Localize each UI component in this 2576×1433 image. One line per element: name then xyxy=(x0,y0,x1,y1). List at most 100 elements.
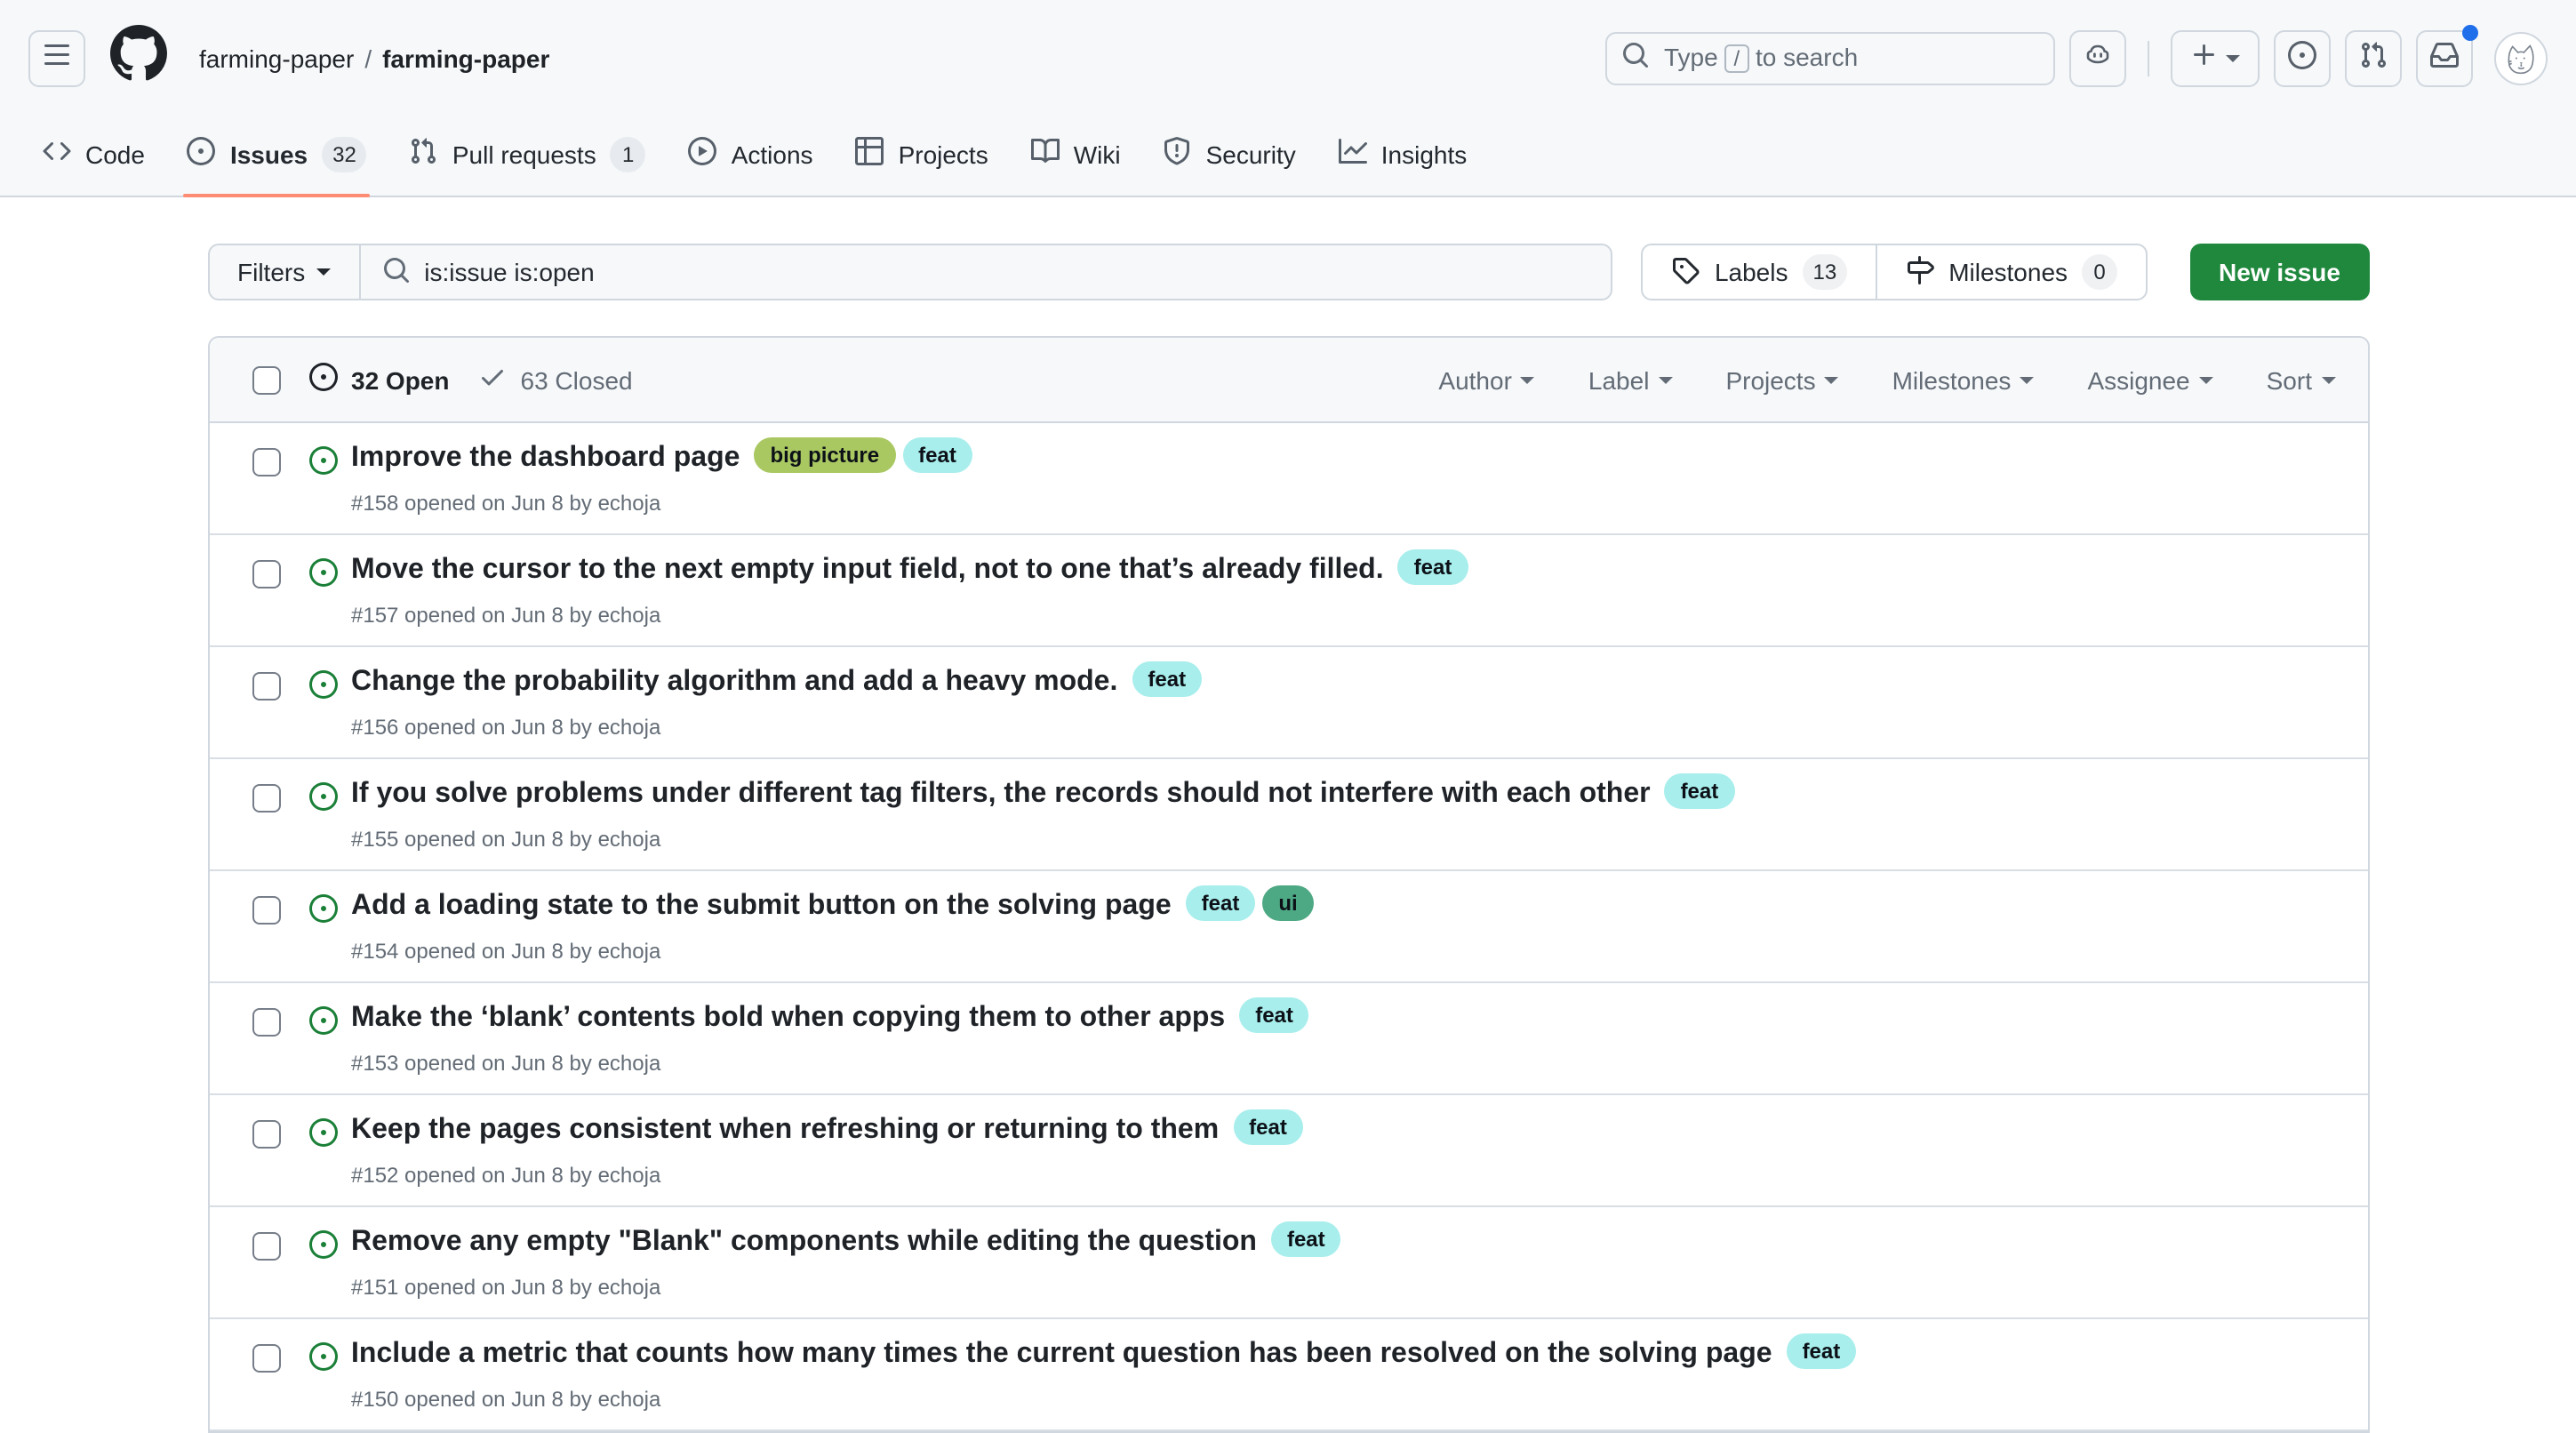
issue-checkbox[interactable] xyxy=(252,672,280,700)
repo-tabs: Code Issues32Pull requests1 Actions Project… xyxy=(0,112,2576,197)
filter-dropdown-sort[interactable]: Sort xyxy=(2267,365,2335,394)
three-bars-icon xyxy=(43,41,71,75)
global-bar-right: Type / to search xyxy=(1605,29,2548,86)
labels-count: 13 xyxy=(1802,254,1847,290)
breadcrumb-separator: / xyxy=(364,44,372,72)
milestones-count: 0 xyxy=(2082,254,2117,290)
issue-label-feat[interactable]: feat xyxy=(1132,661,1202,697)
issue-label-feat[interactable]: feat xyxy=(1787,1333,1857,1369)
search-icon xyxy=(1621,41,1650,75)
open-issue-icon xyxy=(308,1230,337,1268)
issue-title-link[interactable]: Add a loading state to the submit button… xyxy=(351,891,1172,921)
filter-dropdown-author[interactable]: Author xyxy=(1438,365,1535,394)
issue-title-link[interactable]: Change the probability algorithm and add… xyxy=(351,667,1117,697)
closed-issues-toggle[interactable]: 63 Closed xyxy=(478,363,633,396)
filter-dropdown-assignee[interactable]: Assignee xyxy=(2087,365,2212,394)
issue-checkbox[interactable] xyxy=(252,896,280,925)
tab-security[interactable]: Security xyxy=(1142,112,1317,196)
create-new-button[interactable] xyxy=(2171,29,2260,86)
issue-title-link[interactable]: Keep the pages consistent when refreshin… xyxy=(351,1115,1219,1145)
milestones-button[interactable]: Milestones 0 xyxy=(1876,245,2146,299)
issue-label-feat[interactable]: feat xyxy=(902,437,972,473)
issue-main: Keep the pages consistent when refreshin… xyxy=(351,1109,2339,1191)
hamburger-menu-button[interactable] xyxy=(28,29,85,86)
issue-main: Make the ‘blank’ contents bold when copy… xyxy=(351,997,2339,1079)
issue-checkbox[interactable] xyxy=(252,1120,280,1149)
issue-opened-icon xyxy=(188,137,216,171)
issues-list: 32 Open 63 Closed Author Label Projects Mil… xyxy=(207,336,2369,1433)
header-divider xyxy=(2148,40,2149,76)
issues-list-header: 32 Open 63 Closed Author Label Projects Mil… xyxy=(209,338,2367,423)
issue-label-feat[interactable]: feat xyxy=(1271,1221,1341,1257)
filter-dropdown-label[interactable]: Label xyxy=(1588,365,1673,394)
filter-dropdown-projects[interactable]: Projects xyxy=(1725,365,1838,394)
global-search-input[interactable]: Type / to search xyxy=(1605,31,2055,84)
tab-label: Actions xyxy=(732,140,813,168)
open-issue-icon xyxy=(308,446,337,484)
issue-checkbox[interactable] xyxy=(252,560,280,588)
issue-main: Remove any empty "Blank" components whil… xyxy=(351,1221,2339,1303)
avatar-cat-sketch xyxy=(2496,33,2546,83)
global-search-placeholder: Type / to search xyxy=(1664,43,1858,73)
issue-checkbox[interactable] xyxy=(252,1232,280,1261)
issue-label-ui[interactable]: ui xyxy=(1262,885,1313,921)
issue-row: Change the probability algorithm and add… xyxy=(209,647,2367,759)
issue-label-feat[interactable]: feat xyxy=(1239,997,1309,1033)
chevron-down-icon xyxy=(1825,376,1839,390)
issue-checkbox[interactable] xyxy=(252,784,280,813)
open-issue-icon xyxy=(308,558,337,596)
issue-row: Remove any empty "Blank" components whil… xyxy=(209,1207,2367,1319)
tab-issues[interactable]: Issues32 xyxy=(166,112,388,196)
breadcrumb-owner-link[interactable]: farming-paper xyxy=(199,44,354,72)
your-issues-button[interactable] xyxy=(2274,29,2331,86)
issue-title-link[interactable]: If you solve problems under different ta… xyxy=(351,779,1651,809)
inbox-icon xyxy=(2430,41,2459,75)
issue-label-feat[interactable]: feat xyxy=(1233,1109,1303,1145)
github-mark-icon xyxy=(110,25,167,91)
tab-label: Code xyxy=(85,140,145,168)
breadcrumb: farming-paper / farming-paper xyxy=(199,44,549,72)
issue-main: Move the cursor to the next empty input … xyxy=(351,549,2339,631)
tab-wiki[interactable]: Wiki xyxy=(1010,112,1142,196)
issue-title-link[interactable]: Move the cursor to the next empty input … xyxy=(351,555,1384,585)
issue-checkbox[interactable] xyxy=(252,1344,280,1373)
new-issue-button[interactable]: New issue xyxy=(2190,244,2369,300)
issue-title-link[interactable]: Improve the dashboard page xyxy=(351,443,740,473)
tab-label: Issues xyxy=(230,140,308,168)
issue-title-link[interactable]: Include a metric that counts how many ti… xyxy=(351,1339,1772,1369)
tab-code[interactable]: Code xyxy=(21,112,166,196)
issue-label-feat[interactable]: feat xyxy=(1186,885,1256,921)
issue-title-link[interactable]: Remove any empty "Blank" components whil… xyxy=(351,1227,1257,1257)
filters-dropdown-button[interactable]: Filters xyxy=(209,245,360,299)
chevron-down-icon xyxy=(2321,376,2335,390)
issue-label-feat[interactable]: feat xyxy=(1665,773,1735,809)
github-logo[interactable] xyxy=(110,25,167,91)
issue-checkbox[interactable] xyxy=(252,448,280,476)
open-issue-icon xyxy=(308,1342,337,1380)
labels-button[interactable]: Labels 13 xyxy=(1644,245,1876,299)
issues-search-input[interactable]: is:issue is:open xyxy=(360,245,1612,299)
filter-dropdown-milestones[interactable]: Milestones xyxy=(1892,365,2035,394)
issue-meta: #152 opened on Jun 8 by echoja xyxy=(351,1159,2339,1191)
issue-main: Improve the dashboard page big picturefea… xyxy=(351,437,2339,519)
page: farming-paper / farming-paper Type / to … xyxy=(0,0,2576,1419)
tab-insights[interactable]: Insights xyxy=(1317,112,1489,196)
tab-projects[interactable]: Projects xyxy=(835,112,1010,196)
list-filter-dropdowns: Author Label Projects Milestones Assignee Sor… xyxy=(1438,365,2339,394)
your-pull-requests-button[interactable] xyxy=(2345,29,2402,86)
select-all-checkbox[interactable] xyxy=(252,365,280,394)
open-issues-toggle[interactable]: 32 Open xyxy=(308,363,450,396)
issue-title-link[interactable]: Make the ‘blank’ contents bold when copy… xyxy=(351,1003,1225,1033)
issue-label-feat[interactable]: feat xyxy=(1398,549,1468,585)
breadcrumb-repo-link[interactable]: farming-paper xyxy=(382,44,549,72)
labels-milestones-group: Labels 13 Milestones 0 xyxy=(1642,244,2148,300)
user-avatar[interactable] xyxy=(2494,31,2548,84)
copilot-button[interactable] xyxy=(2069,29,2126,86)
issue-label-big-picture[interactable]: big picture xyxy=(754,437,895,473)
tab-pull-requests[interactable]: Pull requests1 xyxy=(388,112,668,196)
tab-actions[interactable]: Actions xyxy=(668,112,835,196)
chevron-down-icon xyxy=(2226,54,2240,68)
notifications-inbox-button[interactable] xyxy=(2416,29,2473,86)
issue-checkbox[interactable] xyxy=(252,1008,280,1037)
tab-counter: 1 xyxy=(611,136,646,172)
